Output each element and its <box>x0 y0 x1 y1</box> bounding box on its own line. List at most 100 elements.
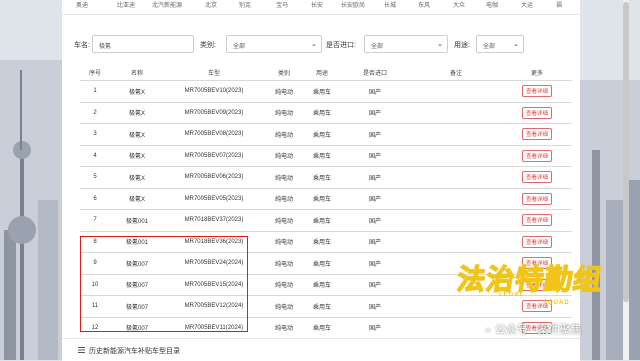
brand-item[interactable]: 北京 <box>205 0 217 9</box>
divider <box>62 14 580 15</box>
header-imported: 是否进口 <box>362 70 387 77</box>
cell-category: 纯电动 <box>264 187 304 210</box>
brand-item[interactable]: 宝马 <box>276 0 288 9</box>
cell-model: MR7018BEV37(2023) <box>164 209 264 231</box>
cell-category: 纯电动 <box>264 295 304 317</box>
header-model: 车型 <box>207 70 220 77</box>
scrollbar-thumb[interactable] <box>623 2 629 302</box>
cell-usage: 乘用车 <box>304 80 340 102</box>
view-detail-button[interactable]: 查看详细 <box>521 85 552 98</box>
cell-name: 极氪X <box>110 80 164 102</box>
usage-label: 用途: <box>454 42 470 49</box>
brand-item[interactable]: 奥迪 <box>76 0 88 9</box>
view-detail-button[interactable]: 查看详细 <box>521 128 552 141</box>
category-select[interactable]: 全部 ⌄ <box>226 35 322 53</box>
table-header-row: 序号 名称 车型 类别 用途 是否进口 备注 更多 <box>80 64 572 81</box>
cell-remark <box>410 80 502 102</box>
cell-name: 极氪X <box>110 144 164 167</box>
cell-model: MR7005BEV05(2023) <box>164 187 264 210</box>
view-detail-button[interactable]: 查看详细 <box>521 149 552 162</box>
cell-imported: 国产 <box>340 209 410 231</box>
logo-title: 法治特勤组 <box>454 263 605 296</box>
logo-sub-squad: SQUAD <box>543 300 570 306</box>
brand-item[interactable]: 电咖 <box>486 0 498 9</box>
usage-select[interactable]: 全部 ⌄ <box>476 35 524 53</box>
cell-name: 极氪007 <box>110 273 164 296</box>
cell-action: 查看详细 <box>502 230 572 253</box>
cell-action: 查看详细 <box>502 166 572 188</box>
brand-item[interactable]: 福 <box>556 0 562 9</box>
cell-remark <box>410 230 502 253</box>
cell-usage: 乘用车 <box>304 187 340 210</box>
header-name: 名称 <box>130 70 143 77</box>
cell-model: MR7005BEV09(2023) <box>164 101 264 124</box>
cell-no: 1 <box>80 80 110 102</box>
cell-imported: 国产 <box>340 187 410 210</box>
history-catalog-link[interactable]: 历史新能源汽车补贴车型目录 <box>62 338 580 361</box>
cell-usage: 乘用车 <box>304 166 340 188</box>
cell-usage: 乘用车 <box>304 295 340 317</box>
history-catalog-text: 历史新能源汽车补贴车型目录 <box>89 348 180 355</box>
brand-item[interactable]: 北汽新能源 <box>152 0 182 9</box>
cell-usage: 乘用车 <box>304 209 340 231</box>
import-select[interactable]: 全部 ⌄ <box>364 35 448 53</box>
cell-imported: 国产 <box>340 166 410 188</box>
model-name-input[interactable]: 极氪 <box>92 35 194 53</box>
cell-name: 极氪007 <box>110 295 164 317</box>
cell-name: 极氪X <box>110 187 164 210</box>
view-detail-button[interactable]: 查看详细 <box>521 106 552 119</box>
table-row: 4 极氪X MR7005BEV07(2023) 纯电动 乘用车 国产 查看详细 <box>80 144 572 167</box>
cell-model: MR7005BEV24(2024) <box>164 252 264 274</box>
cell-category: 纯电动 <box>264 209 304 231</box>
cell-remark <box>410 144 502 167</box>
cell-no: 6 <box>80 187 110 210</box>
brand-item[interactable]: 比亚迪 <box>117 0 135 9</box>
wechat-icon <box>480 324 492 334</box>
cell-imported: 国产 <box>340 273 410 296</box>
category-value: 全部 <box>233 44 246 50</box>
view-detail-button[interactable]: 查看详细 <box>521 171 552 184</box>
list-icon <box>78 347 85 353</box>
usage-value: 全部 <box>483 44 496 50</box>
cell-no: 3 <box>80 123 110 145</box>
cell-imported: 国产 <box>340 123 410 145</box>
cell-model: MR7005BEV08(2023) <box>164 123 264 145</box>
brand-item[interactable]: 东风 <box>418 0 430 9</box>
cell-name: 极氪001 <box>110 230 164 253</box>
cell-remark <box>410 187 502 210</box>
cell-category: 纯电动 <box>264 252 304 274</box>
header-no: 序号 <box>88 70 101 77</box>
view-detail-button[interactable]: 查看详细 <box>521 235 552 248</box>
cell-model: MR7005BEV10(2023) <box>164 80 264 102</box>
cell-usage: 乘用车 <box>304 123 340 145</box>
brand-item[interactable]: 长安欧尚 <box>341 0 365 9</box>
brand-item[interactable]: 长城 <box>384 0 396 9</box>
cell-no: 5 <box>80 166 110 188</box>
cell-action: 查看详细 <box>502 80 572 102</box>
cell-category: 纯电动 <box>264 273 304 296</box>
cell-no: 10 <box>80 273 110 296</box>
table-row: 5 极氪X MR7005BEV06(2023) 纯电动 乘用车 国产 查看详细 <box>80 166 572 188</box>
view-detail-button[interactable]: 查看详细 <box>521 192 552 205</box>
cell-no: 9 <box>80 252 110 274</box>
header-more: 更多 <box>530 70 543 77</box>
account-credit-text: 公众号 · 案件聚焦 <box>495 324 582 336</box>
cell-no: 7 <box>80 209 110 231</box>
header-remark: 备注 <box>449 70 462 77</box>
filter-bar: 车名: 极氪 类别: 全部 ⌄ 是否进口: 全部 ⌄ 用途: 全部 ⌄ <box>62 33 580 57</box>
cell-model: MR7005BEV12(2024) <box>164 295 264 317</box>
view-detail-button[interactable]: 查看详细 <box>521 214 552 227</box>
legal-squad-logo: 法治特勤组 LEGAL SQUAD <box>454 258 605 318</box>
account-credit: 公众号 · 案件聚焦 <box>480 321 582 337</box>
cell-imported: 国产 <box>340 316 410 339</box>
brand-item[interactable]: 大众 <box>453 0 465 9</box>
brand-item[interactable]: 长安 <box>311 0 323 9</box>
brand-item[interactable]: 别克 <box>239 0 251 9</box>
cell-imported: 国产 <box>340 295 410 317</box>
brand-item[interactable]: 大运 <box>521 0 533 9</box>
cell-model: MR7005BEV11(2024) <box>164 316 264 339</box>
cell-no: 4 <box>80 144 110 167</box>
cell-no: 8 <box>80 230 110 253</box>
table-row: 8 极氪001 MR7018BEV36(2023) 纯电动 乘用车 国产 查看详细 <box>80 230 572 253</box>
table-row: 3 极氪X MR7005BEV08(2023) 纯电动 乘用车 国产 查看详细 <box>80 123 572 145</box>
